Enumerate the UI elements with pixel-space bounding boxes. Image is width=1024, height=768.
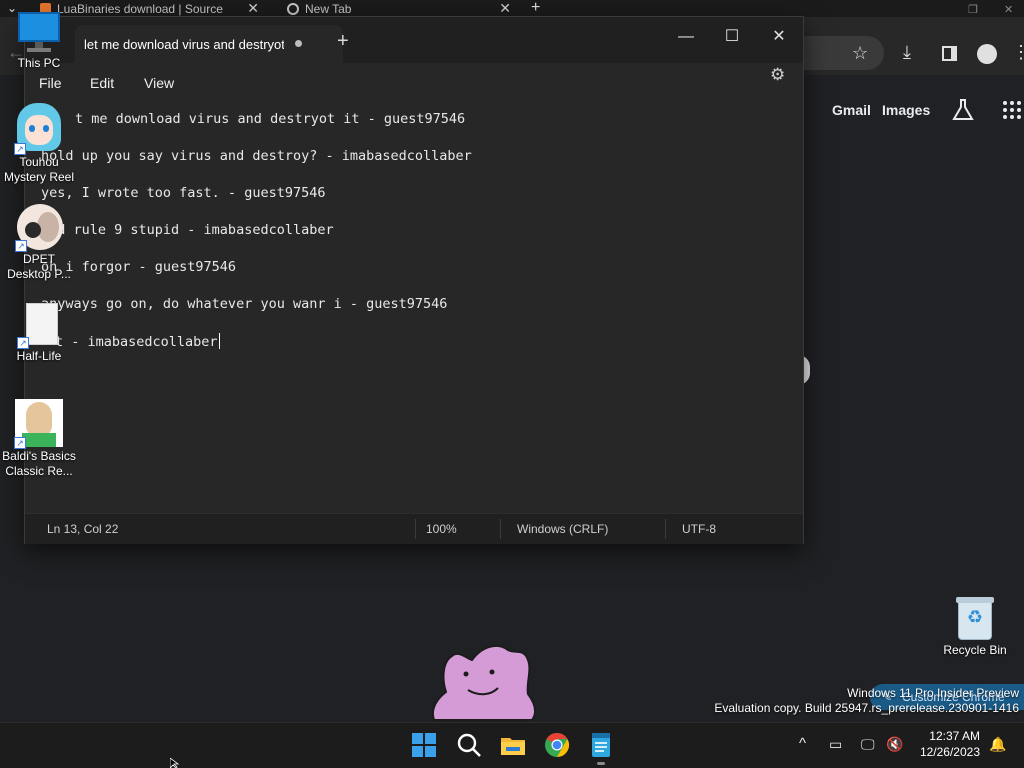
desktop-icon-label: DPET Desktop P... bbox=[7, 252, 71, 281]
notepad-tab-title: let me download virus and destryot it bbox=[84, 37, 284, 52]
text-line: hold up you say virus and destroy? - ima… bbox=[41, 148, 472, 164]
desktop-icon-this-pc[interactable]: This PC bbox=[1, 10, 77, 71]
touhou-character-icon: ↗ bbox=[14, 103, 64, 155]
desktop-icon-label: Touhou Mystery Reel bbox=[3, 155, 74, 184]
file-explorer-button[interactable] bbox=[498, 730, 528, 760]
start-button[interactable] bbox=[409, 730, 439, 760]
notepad-editor[interactable]: t me download virus and destryot it - gu… bbox=[25, 101, 803, 513]
windows-logo-icon bbox=[412, 733, 436, 757]
text-line: t me download virus and destryot it - gu… bbox=[75, 111, 466, 127]
folder-icon bbox=[501, 738, 525, 755]
monitor-network-icon[interactable]: 🖵 bbox=[861, 736, 875, 752]
chrome-button[interactable] bbox=[542, 730, 572, 760]
labs-flask-icon[interactable] bbox=[952, 98, 974, 122]
text-line: ead rule 9 stupid - imabasedcollaber bbox=[41, 222, 334, 238]
notification-bell-icon[interactable]: 🔔 bbox=[989, 736, 1006, 752]
images-link[interactable]: Images bbox=[882, 102, 930, 118]
menu-edit[interactable]: Edit bbox=[90, 75, 114, 91]
notepad-button[interactable] bbox=[586, 730, 616, 765]
gmail-link[interactable]: Gmail bbox=[832, 102, 871, 118]
encoding: UTF-8 bbox=[682, 522, 716, 536]
text-line: t - imabasedcollaber bbox=[55, 334, 218, 350]
tray-overflow-chevron[interactable]: ^ bbox=[799, 736, 806, 752]
unsaved-dot-icon[interactable] bbox=[295, 40, 302, 47]
divider bbox=[415, 519, 416, 539]
menu-view[interactable]: View bbox=[144, 75, 174, 91]
menu-file[interactable]: File bbox=[39, 75, 62, 91]
text-caret bbox=[218, 333, 220, 349]
bookmark-star-icon[interactable]: ☆ bbox=[852, 44, 868, 62]
notepad-new-tab-button[interactable]: + bbox=[337, 31, 349, 51]
chrome-new-tab-button[interactable]: + bbox=[531, 0, 540, 17]
profile-icon[interactable] bbox=[977, 44, 997, 64]
close-button[interactable]: ✕ bbox=[756, 23, 802, 51]
chrome-tab-title: LuaBinaries download | Source bbox=[57, 1, 223, 16]
mouse-cursor-icon bbox=[170, 758, 180, 768]
zoom-level: 100% bbox=[426, 522, 457, 536]
search-button[interactable] bbox=[454, 730, 484, 760]
side-panel-icon[interactable] bbox=[942, 46, 957, 61]
text-line-last: t - imabasedcollaber bbox=[55, 333, 220, 350]
ditto-pet[interactable] bbox=[428, 640, 538, 722]
notepad-titlebar[interactable]: let me download virus and destryot it + … bbox=[25, 17, 803, 63]
clock-date[interactable]: 12/26/2023 bbox=[914, 745, 980, 759]
monitor-icon bbox=[17, 10, 61, 56]
google-apps-icon[interactable] bbox=[1003, 101, 1021, 119]
divider bbox=[500, 519, 501, 539]
shortcut-arrow-icon: ↗ bbox=[17, 337, 29, 349]
close-tab-icon[interactable]: ✕ bbox=[499, 0, 511, 16]
minimize-button[interactable]: — bbox=[663, 23, 709, 51]
watermark-line-2: Evaluation copy. Build 25947.rs_prerelea… bbox=[714, 701, 1019, 715]
network-disconnected-icon[interactable]: ▭ bbox=[829, 736, 842, 752]
baldi-icon: ↗ bbox=[14, 399, 64, 449]
chrome-tabstrip: ⌄ LuaBinaries download | Source ✕ New Ta… bbox=[0, 0, 1024, 17]
divider bbox=[665, 519, 666, 539]
notepad-statusbar: Ln 13, Col 22 100% Windows (CRLF) UTF-8 bbox=[25, 513, 803, 544]
maximize-button[interactable]: ☐ bbox=[709, 23, 755, 51]
desktop-icon-label: Half-Life bbox=[16, 349, 62, 363]
notepad-menubar: File Edit View bbox=[25, 63, 803, 101]
taskbar: ^ ▭ 🖵 🔇 12:37 AM 12/26/2023 🔔 bbox=[0, 722, 1024, 768]
clock-time[interactable]: 12:37 AM bbox=[914, 729, 980, 743]
notepad-icon bbox=[592, 733, 610, 757]
desktop-icon-recycle-bin[interactable]: ♻ Recycle Bin bbox=[937, 597, 1013, 658]
cursor-position: Ln 13, Col 22 bbox=[47, 522, 119, 536]
desktop-icon-label: Baldi's Basics Classic Re... bbox=[2, 449, 76, 478]
desktop-icon-touhou[interactable]: ↗ Touhou Mystery Reel bbox=[1, 103, 77, 185]
blank-file-icon: ↗ bbox=[17, 303, 61, 349]
settings-gear-icon[interactable]: ⚙ bbox=[770, 65, 785, 85]
desktop-icon-label: Recycle Bin bbox=[943, 643, 1007, 657]
chrome-favicon-icon bbox=[287, 2, 299, 15]
chrome-tab-title: New Tab bbox=[305, 1, 352, 16]
active-indicator bbox=[597, 762, 605, 765]
text-line: anyways go on, do whatever you wanr i - … bbox=[41, 296, 448, 312]
chrome-tab-new-tab[interactable]: New Tab ✕ bbox=[287, 0, 517, 17]
chrome-icon bbox=[545, 733, 570, 757]
address-bar-end[interactable] bbox=[804, 36, 884, 70]
close-tab-icon[interactable]: ✕ bbox=[247, 0, 259, 16]
shortcut-arrow-icon: ↗ bbox=[14, 437, 26, 449]
download-icon[interactable]: ⤓ bbox=[903, 43, 911, 61]
desktop-icon-baldis-basics[interactable]: ↗ Baldi's Basics Classic Re... bbox=[1, 399, 77, 479]
dpet-icon: ↗ bbox=[15, 204, 63, 252]
recycle-bin-icon: ♻ bbox=[955, 597, 995, 643]
text-line: yes, I wrote too fast. - guest97546 bbox=[41, 185, 326, 201]
notepad-window[interactable]: let me download virus and destryot it + … bbox=[24, 16, 804, 544]
notepad-tab[interactable]: let me download virus and destryot it bbox=[75, 25, 343, 63]
watermark-line-1: Windows 11 Pro Insider Preview bbox=[847, 686, 1019, 700]
line-ending: Windows (CRLF) bbox=[517, 522, 609, 536]
shortcut-arrow-icon: ↗ bbox=[14, 143, 26, 155]
chrome-menu-icon[interactable]: ⋮ bbox=[1012, 43, 1024, 61]
desktop-icon-label: This PC bbox=[17, 56, 61, 70]
search-icon bbox=[457, 733, 481, 757]
shortcut-arrow-icon: ↗ bbox=[15, 240, 27, 252]
speaker-muted-icon[interactable]: 🔇 bbox=[886, 736, 903, 752]
desktop-icon-half-life[interactable]: ↗ Half-Life bbox=[1, 303, 77, 364]
desktop-icon-dpet[interactable]: ↗ DPET Desktop P... bbox=[1, 204, 77, 282]
